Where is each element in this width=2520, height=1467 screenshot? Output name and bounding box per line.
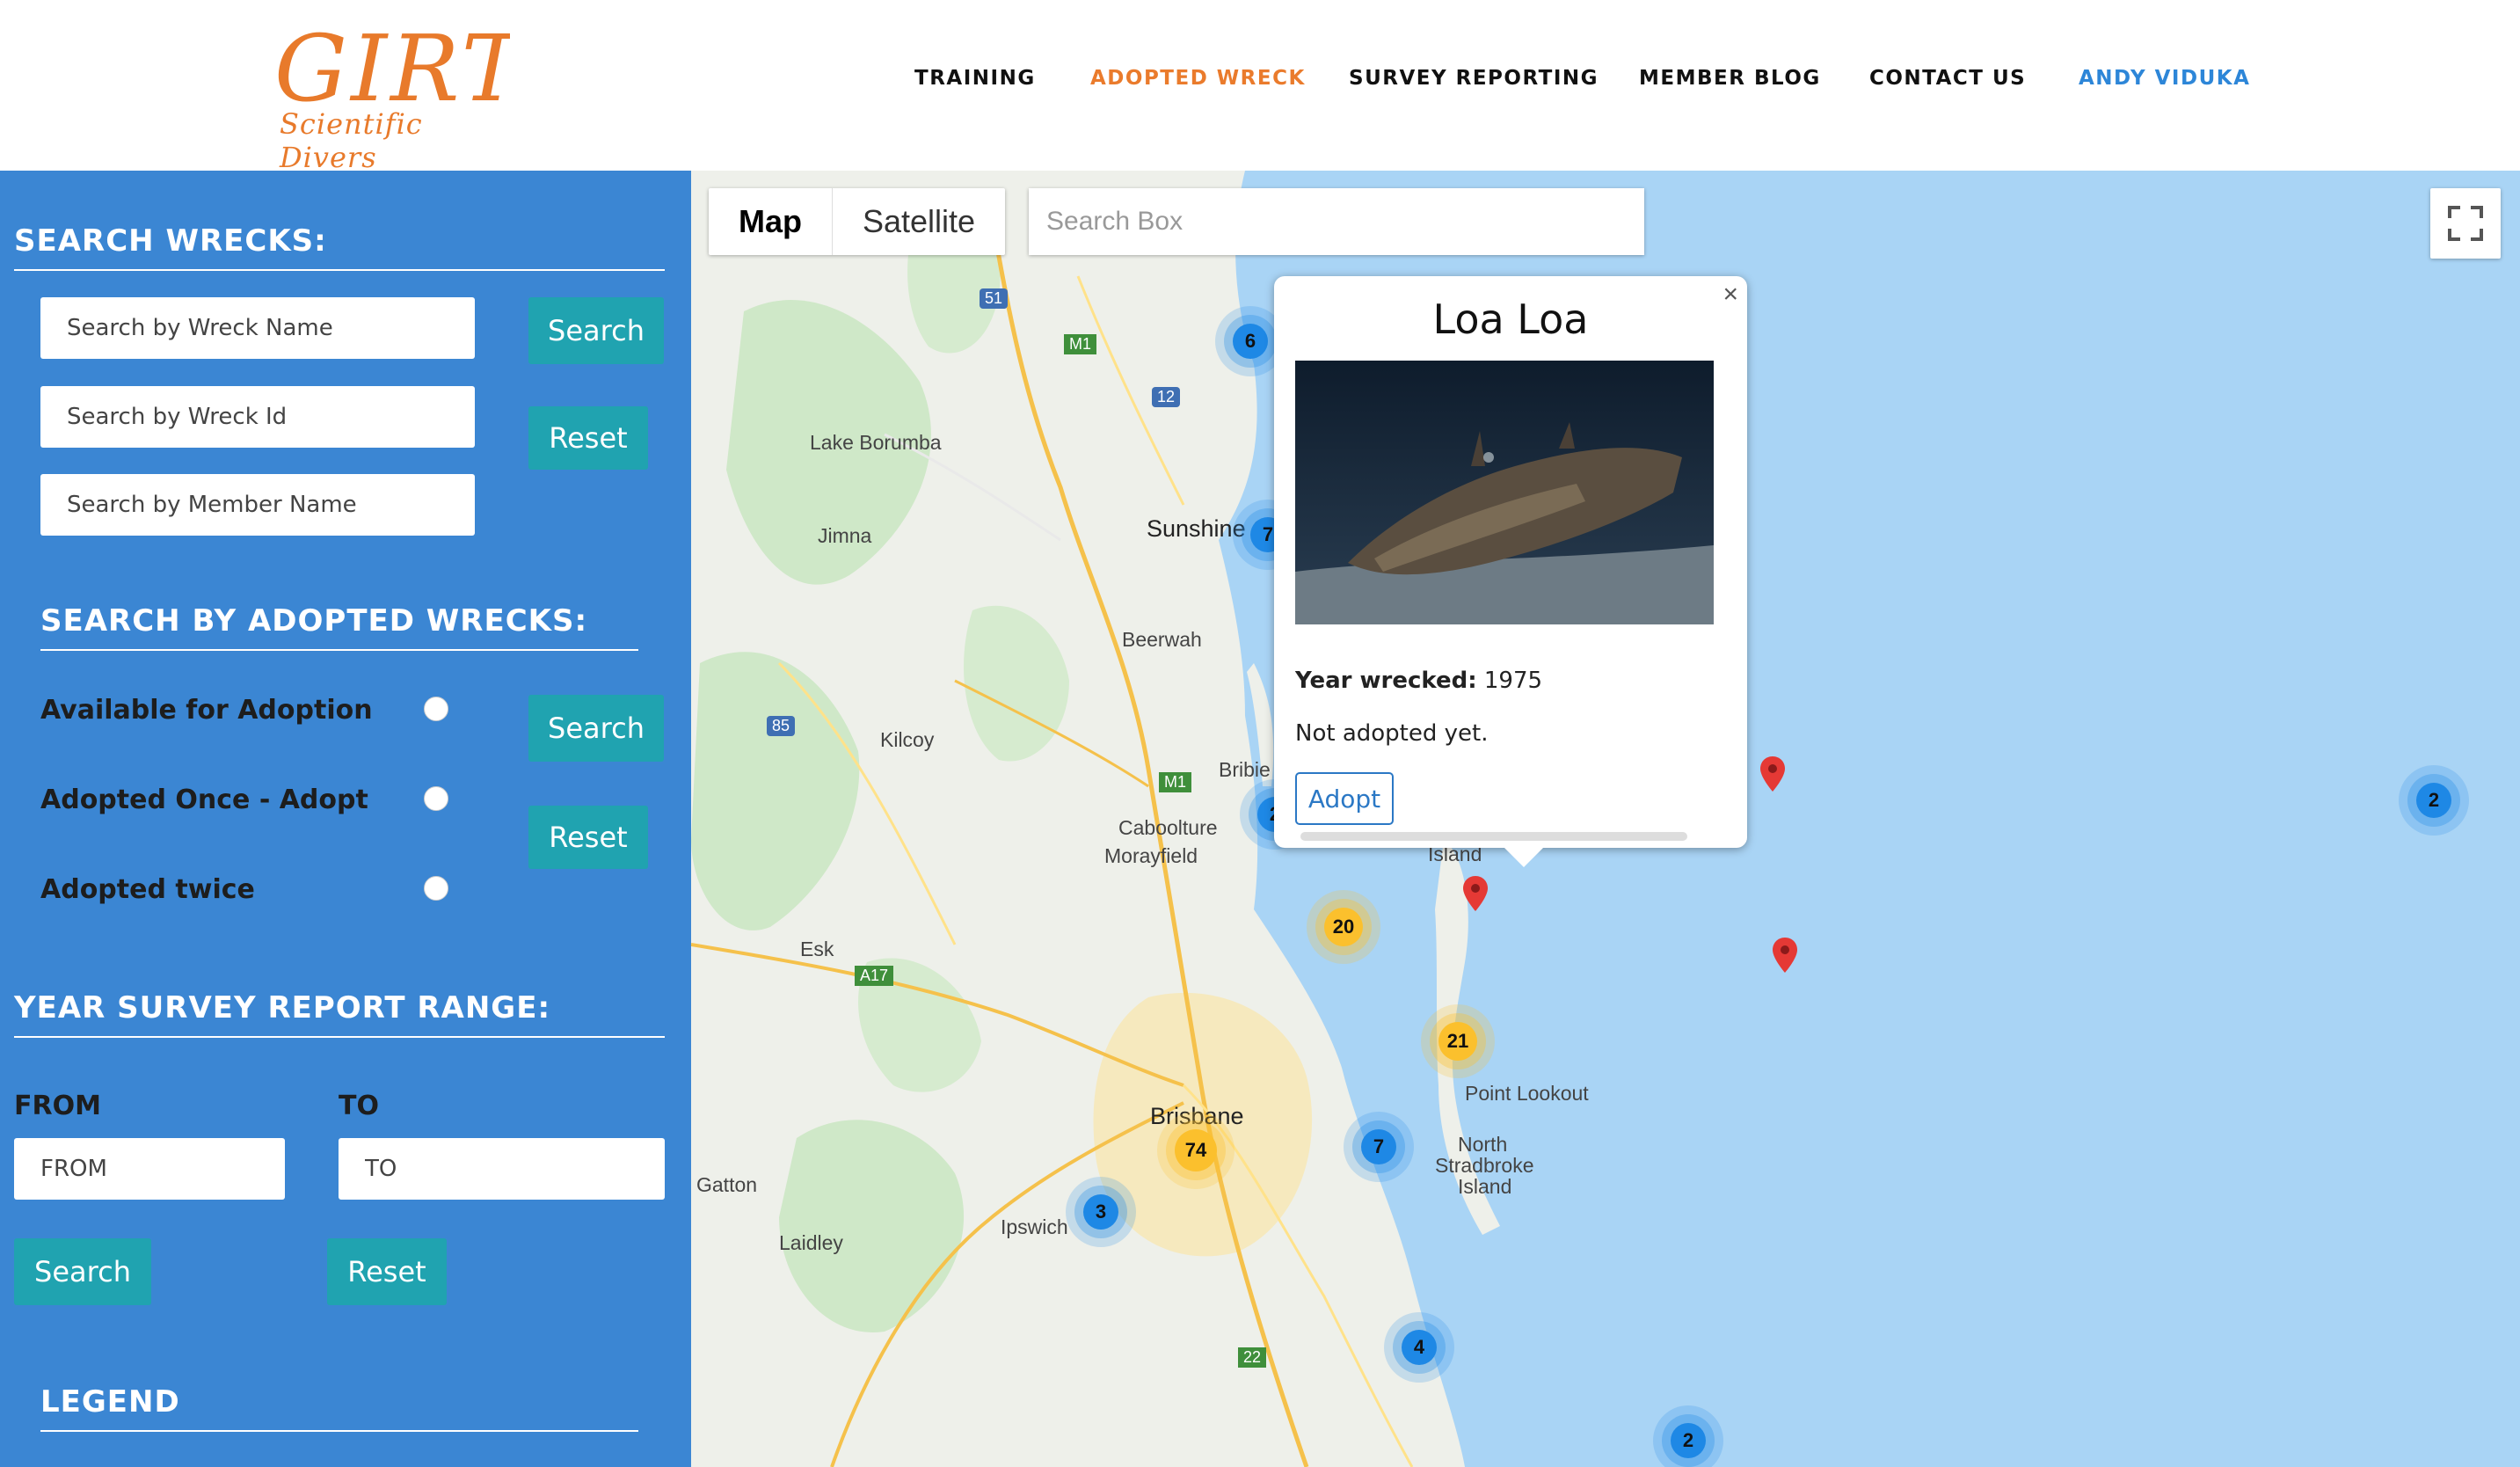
info-scrollbar[interactable] <box>1300 832 1687 841</box>
wreck-reset-button[interactable]: Reset <box>528 406 648 470</box>
map-label: North <box>1458 1133 1508 1156</box>
divider <box>14 1036 665 1038</box>
map-label: Laidley <box>779 1231 843 1254</box>
wreck-cluster[interactable]: 3 <box>1066 1177 1136 1247</box>
wreck-cluster[interactable]: 4 <box>1384 1312 1454 1383</box>
wreck-cluster[interactable]: 2 <box>1653 1405 1723 1467</box>
map-type-control: Map Satellite <box>709 188 1006 255</box>
wreck-info-window: × Loa Loa Year wrecked: 1975 Not adopted… <box>1274 276 1747 867</box>
legend-heading: LEGEND <box>40 1384 180 1420</box>
radio-label-adopted-once: Adopted Once - Adopt <box>40 785 368 815</box>
nav-survey-reporting[interactable]: SURVEY REPORTING <box>1349 67 1599 90</box>
radio-label-available: Available for Adoption <box>40 695 373 726</box>
map-label: Gatton <box>696 1173 758 1196</box>
map-label: Bribie <box>1219 758 1271 781</box>
member-name-input[interactable] <box>40 474 475 536</box>
search-wrecks-heading: SEARCH WRECKS: <box>14 223 327 259</box>
nav-contact-us[interactable]: CONTACT US <box>1869 67 2026 90</box>
year-to-input[interactable] <box>339 1138 665 1200</box>
map-label: Jimna <box>818 524 872 547</box>
nav-member-blog[interactable]: MEMBER BLOG <box>1639 67 1821 90</box>
wreck-photo <box>1295 361 1714 624</box>
map-label: Esk <box>800 938 834 960</box>
map-type-satellite-button[interactable]: Satellite <box>833 188 1005 255</box>
search-sidebar: SEARCH WRECKS: Search Reset SEARCH BY AD… <box>0 171 691 1467</box>
wreck-map[interactable]: Lake Borumba Sunshine Coast Jimna Beerwa… <box>691 171 2520 1467</box>
radio-label-adopted-twice: Adopted twice <box>40 874 255 905</box>
fullscreen-button[interactable] <box>2430 188 2501 259</box>
map-label: Point Lookout <box>1465 1082 1589 1105</box>
adopted-search-button[interactable]: Search <box>528 695 664 762</box>
divider <box>14 269 665 271</box>
road-shield: 22 <box>1238 1347 1267 1368</box>
from-label: FROM <box>14 1091 101 1121</box>
road-shield: 85 <box>767 716 796 736</box>
wreck-cluster[interactable]: 2 <box>2399 765 2469 836</box>
map-label: Beerwah <box>1122 628 1202 651</box>
map-label: Caboolture <box>1118 816 1218 839</box>
wreck-cluster[interactable]: 7 <box>1344 1112 1414 1182</box>
radio-adopted-twice[interactable] <box>424 876 448 901</box>
adopted-reset-button[interactable]: Reset <box>528 806 648 869</box>
nav-adopted-wreck[interactable]: ADOPTED WRECK <box>1090 67 1306 90</box>
radio-adopted-once[interactable] <box>424 786 448 811</box>
map-label: Kilcoy <box>880 728 935 751</box>
wreck-marker-pin-selected[interactable] <box>1463 876 1488 911</box>
divider <box>40 1430 638 1432</box>
map-type-map-button[interactable]: Map <box>709 188 833 255</box>
fullscreen-icon <box>2448 206 2483 241</box>
wreck-name-input[interactable] <box>40 297 475 359</box>
adoption-status: Not adopted yet. <box>1295 720 1489 747</box>
wreck-marker-pin[interactable] <box>1773 938 1797 973</box>
year-reset-button[interactable]: Reset <box>327 1238 447 1305</box>
wreck-cluster[interactable]: 21 <box>1421 1004 1495 1078</box>
nav-user-account[interactable]: ANDY VIDUKA <box>2079 67 2250 90</box>
wreck-cluster[interactable]: 20 <box>1307 890 1380 964</box>
road-shield: M1 <box>1064 334 1097 354</box>
wreck-marker-pin[interactable] <box>1760 756 1785 792</box>
divider <box>40 649 638 651</box>
year-wrecked: Year wrecked: 1975 <box>1295 668 1542 694</box>
wreck-title: Loa Loa <box>1432 296 1589 343</box>
wreck-search-button[interactable]: Search <box>528 297 664 364</box>
site-header: GIRT Scientific Divers TRAINING ADOPTED … <box>0 0 2520 174</box>
road-shield: M1 <box>1159 772 1192 792</box>
to-label: TO <box>339 1091 379 1121</box>
year-wrecked-label: Year wrecked: <box>1295 668 1477 694</box>
year-from-input[interactable] <box>14 1138 285 1200</box>
road-shield: A17 <box>855 966 894 986</box>
logo-subtitle: Scientific Divers <box>280 107 423 174</box>
main-nav: TRAINING ADOPTED WRECK SURVEY REPORTING … <box>0 67 2520 102</box>
radio-available[interactable] <box>424 697 448 721</box>
wreck-cluster[interactable]: 74 <box>1157 1112 1235 1189</box>
adopt-button[interactable]: Adopt <box>1295 772 1394 825</box>
year-range-heading: YEAR SURVEY REPORT RANGE: <box>14 990 551 1025</box>
road-shield: 12 <box>1152 387 1181 407</box>
adopted-wrecks-heading: SEARCH BY ADOPTED WRECKS: <box>40 603 588 639</box>
road-shield: 51 <box>980 288 1009 309</box>
map-label: Island <box>1458 1175 1512 1198</box>
map-label: Morayfield <box>1104 844 1198 867</box>
map-label: Lake Borumba <box>810 431 942 454</box>
map-label: Ipswich <box>1001 1215 1068 1238</box>
year-wrecked-value: 1975 <box>1483 668 1543 694</box>
map-search-input[interactable] <box>1029 188 1644 255</box>
nav-training[interactable]: TRAINING <box>914 67 1036 90</box>
wreck-id-input[interactable] <box>40 386 475 448</box>
map-label: Stradbroke <box>1435 1154 1534 1177</box>
year-search-button[interactable]: Search <box>14 1238 151 1305</box>
